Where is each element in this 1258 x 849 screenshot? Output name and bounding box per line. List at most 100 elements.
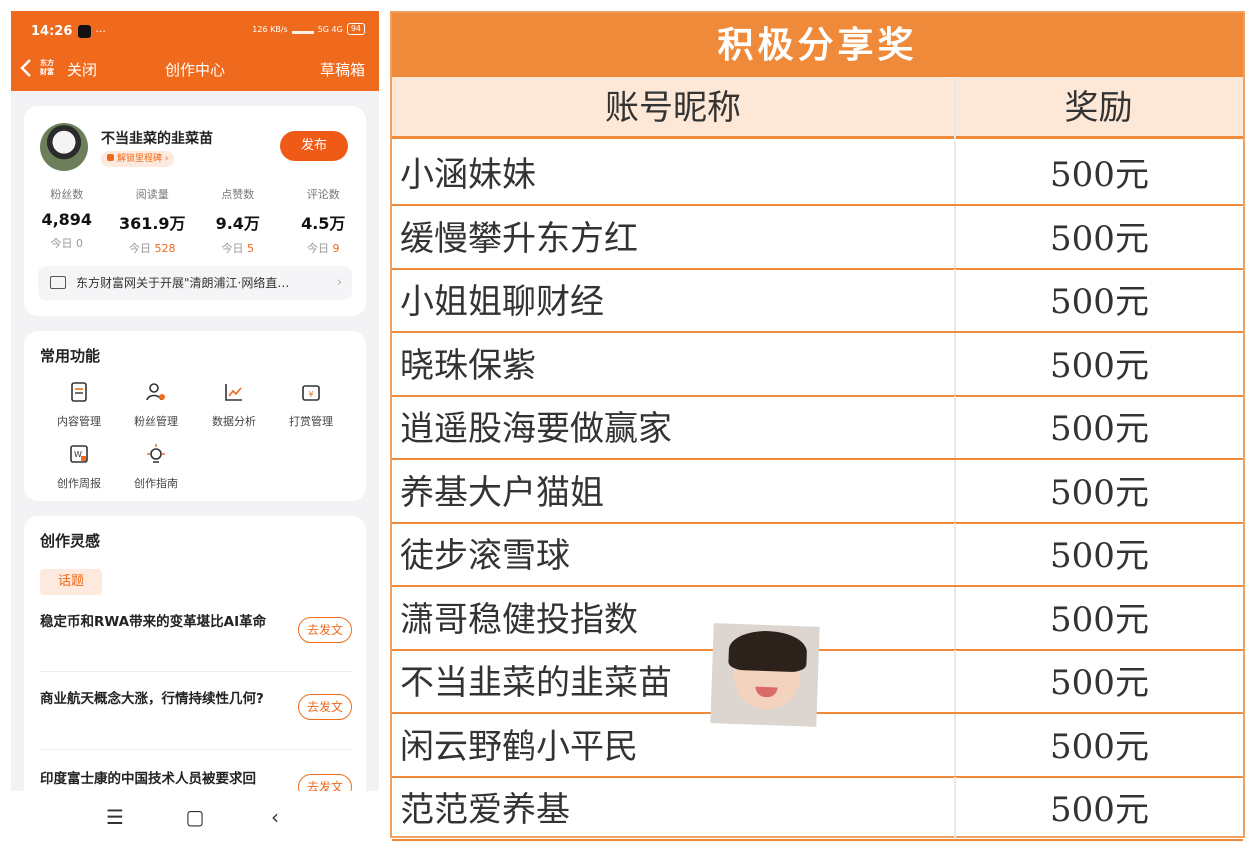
- divider: [40, 671, 352, 672]
- status-bar: 14:26 ···: [31, 23, 106, 39]
- topic-item[interactable]: 稳定币和RWA带来的变革堪比AI革命 去发文: [40, 611, 352, 643]
- award-row-reward: 500元: [1050, 726, 1149, 767]
- functions-card: 常用功能 内容管理 粉丝管理 数据分析 ¥ 打赏管理 W 创作周报 创作指南: [24, 331, 366, 501]
- award-row: 小涵妹妹 500元: [392, 142, 1243, 206]
- func-weekly-report[interactable]: W 创作周报: [44, 443, 114, 491]
- func-label: 创作指南: [134, 477, 178, 490]
- award-row-reward: 500元: [1050, 599, 1149, 640]
- network-type: 5G 4G: [317, 24, 343, 34]
- award-title: 积极分享奖: [392, 13, 1243, 77]
- award-row-reward: 500元: [1050, 790, 1149, 830]
- avatar[interactable]: [40, 123, 88, 171]
- topic-text: 稳定币和RWA带来的变革堪比AI革命: [40, 614, 267, 630]
- stat-today: 今日 0: [24, 235, 110, 251]
- today-label: 今日: [50, 237, 73, 250]
- today-label: 今日: [307, 242, 329, 255]
- stat-today: 今日 9: [281, 240, 367, 256]
- home-icon[interactable]: ▢: [183, 805, 207, 829]
- award-row-name: 徒步滚雪球: [400, 536, 570, 576]
- notice-icon: [50, 276, 66, 289]
- unlock-milestone-tag[interactable]: 解锁里程碑 ›: [101, 151, 175, 167]
- award-table: 积极分享奖 账号昵称 奖励 小涵妹妹 500元 缓慢攀升东方红 500元 小姐姐聊财经 5…: [390, 11, 1245, 841]
- signal-icon: [291, 25, 314, 34]
- status-dots: ···: [95, 24, 106, 38]
- go-post-button[interactable]: 去发文: [298, 694, 352, 720]
- phone-screen: 14:26 ··· 126 KB/s 5G 4G 94 东方财富 关闭 创作中心…: [11, 11, 379, 844]
- func-data-analysis[interactable]: 数据分析: [199, 381, 269, 429]
- award-row-name: 晓珠保紫: [400, 345, 536, 386]
- sticker-hair: [728, 629, 808, 673]
- profile-card: 不当韭菜的韭菜苗 解锁里程碑 › 发布 粉丝数 4,894 今日 0 阅读量 3…: [24, 106, 366, 316]
- user-heart-icon: [146, 383, 165, 401]
- topic-item[interactable]: 印度富士康的中国技术人员被要求回 去发文: [40, 768, 352, 800]
- header-reward: 奖励: [1064, 88, 1133, 128]
- drafts-button[interactable]: 草稿箱: [320, 59, 365, 80]
- svg-text:¥: ¥: [308, 390, 313, 399]
- today-value: 9: [332, 242, 340, 255]
- award-row-name: 范范爱养基: [400, 790, 570, 830]
- unlock-tag-label: 解锁里程碑: [117, 154, 163, 164]
- award-header-row: 账号昵称 奖励: [392, 77, 1243, 139]
- topic-text: 商业航天概念大涨，行情持续性几何?: [40, 691, 264, 707]
- award-row: 养基大户猫姐 500元: [392, 459, 1243, 524]
- nav-row: 东方财富 关闭 创作中心 草稿箱: [11, 57, 379, 81]
- stat-label: 评论数: [306, 188, 340, 201]
- award-row-reward: 500元: [1050, 663, 1149, 703]
- func-label: 数据分析: [212, 415, 256, 428]
- stat-value: 4,894: [41, 210, 93, 229]
- battery-icon: 94: [346, 23, 365, 35]
- topic-item[interactable]: 商业航天概念大涨，行情持续性几何? 去发文: [40, 688, 352, 720]
- stats-row: 粉丝数 4,894 今日 0 阅读量 361.9万 今日 528 点赞数 9.4…: [24, 186, 366, 256]
- status-right: 126 KB/s 5G 4G 94: [252, 23, 365, 35]
- func-creation-guide[interactable]: 创作指南: [121, 443, 191, 491]
- stat-likes[interactable]: 点赞数 9.4万 今日 5: [195, 186, 281, 256]
- menu-icon[interactable]: ☰: [103, 805, 127, 829]
- notice-banner[interactable]: 东方财富网关于开展"清朗浦江·网络直… ›: [38, 266, 352, 300]
- award-row-reward: 500元: [1050, 536, 1149, 576]
- award-row: 晓珠保紫 500元: [392, 332, 1243, 397]
- stat-comments[interactable]: 评论数 4.5万 今日 9: [281, 186, 367, 256]
- status-time: 14:26: [31, 23, 73, 39]
- stat-label: 阅读量: [135, 188, 169, 201]
- award-row: 逍遥股海要做赢家 500元: [392, 396, 1243, 460]
- func-label: 粉丝管理: [134, 415, 178, 428]
- divider: [40, 749, 352, 750]
- topic-tag[interactable]: 话题: [40, 569, 102, 595]
- stat-value: 361.9万: [118, 214, 186, 233]
- system-nav-bar: ☰ ▢ ‹: [11, 791, 379, 844]
- chevron-right-icon: ›: [336, 275, 342, 290]
- stat-followers[interactable]: 粉丝数 4,894 今日 0: [24, 186, 110, 256]
- award-row-name: 小涵妹妹: [400, 155, 536, 195]
- stat-reads[interactable]: 阅读量 361.9万 今日 528: [110, 186, 196, 256]
- stat-value: 4.5万: [301, 214, 346, 233]
- lock-icon: [107, 154, 114, 161]
- go-post-button[interactable]: 去发文: [298, 617, 352, 643]
- func-fan-management[interactable]: 粉丝管理: [121, 381, 191, 429]
- stat-label: 点赞数: [221, 188, 255, 201]
- func-tip-management[interactable]: ¥ 打赏管理: [276, 381, 346, 429]
- award-row-name: 闲云野鹤小平民: [400, 726, 638, 767]
- stat-today: 今日 528: [110, 240, 196, 256]
- topic-text: 印度富士康的中国技术人员被要求回: [40, 771, 256, 787]
- stat-label: 粉丝数: [50, 188, 84, 201]
- func-content-management[interactable]: 内容管理: [44, 381, 114, 429]
- award-row-name: 缓慢攀升东方红: [400, 218, 638, 259]
- func-label: 创作周报: [57, 477, 101, 490]
- username: 不当韭菜的韭菜苗: [101, 131, 213, 147]
- award-row-reward: 500元: [1050, 345, 1149, 386]
- award-row-reward: 500元: [1050, 472, 1149, 513]
- award-row-reward: 500元: [1050, 282, 1149, 322]
- back-nav-icon[interactable]: ‹: [263, 805, 287, 829]
- svg-text:W: W: [74, 450, 82, 459]
- award-row: 闲云野鹤小平民 500元: [392, 713, 1243, 778]
- notice-text: 东方财富网关于开展"清朗浦江·网络直…: [76, 276, 290, 290]
- publish-button[interactable]: 发布: [280, 131, 348, 161]
- network-speed: 126 KB/s: [252, 24, 288, 34]
- today-label: 今日: [221, 242, 244, 255]
- tiktok-icon: [78, 24, 92, 38]
- award-row-name: 逍遥股海要做赢家: [400, 409, 672, 449]
- inspiration-title: 创作灵感: [40, 532, 101, 550]
- award-row-reward: 500元: [1050, 409, 1149, 449]
- award-row-reward: 500元: [1050, 218, 1149, 259]
- chart-line-icon: [225, 384, 242, 401]
